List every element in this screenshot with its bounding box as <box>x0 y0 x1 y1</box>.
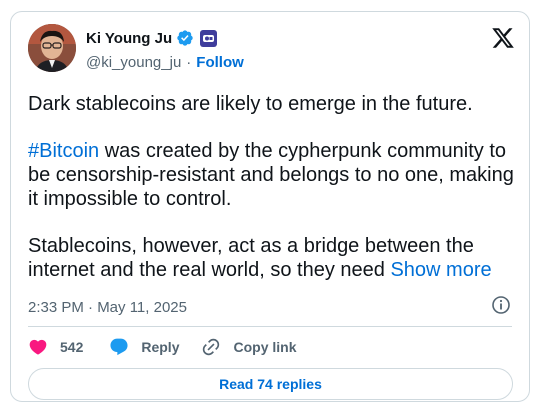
tweet-paragraph-2: #Bitcoin was created by the cypherpunk c… <box>28 139 523 211</box>
copy-link-button[interactable]: Copy link <box>201 337 297 357</box>
verified-badge-icon <box>176 29 194 47</box>
author-name-row: Ki Young Ju <box>86 28 218 48</box>
show-more-link[interactable]: Show more <box>390 259 491 281</box>
action-bar: 542 Reply Copy link <box>28 334 297 360</box>
reply-button[interactable]: Reply <box>109 337 179 357</box>
follow-button[interactable]: Follow <box>196 54 244 71</box>
link-icon <box>201 337 221 357</box>
tweet-card: Ki Young Ju @ki_young_ju · Follow Dark s… <box>10 11 530 402</box>
author-handle-row: @ki_young_ju · Follow <box>86 52 244 72</box>
tweet-text: Dark stablecoins are likely to emerge in… <box>28 92 523 282</box>
tweet-paragraph-1: Dark stablecoins are likely to emerge in… <box>28 93 473 115</box>
heart-icon <box>28 337 48 357</box>
read-replies-button[interactable]: Read 74 replies <box>28 368 513 400</box>
avatar[interactable] <box>28 24 76 72</box>
reply-bubble-icon <box>109 337 129 357</box>
affiliate-badge-icon[interactable] <box>200 29 218 47</box>
tweet-paragraph-2-text: was created by the cypherpunk community … <box>28 140 514 210</box>
tweet-paragraph-3: Stablecoins, however, act as a bridge be… <box>28 234 523 282</box>
separator-dot: · <box>186 53 192 71</box>
x-logo-icon[interactable] <box>491 26 515 50</box>
divider <box>28 326 512 327</box>
like-count: 542 <box>60 339 84 355</box>
author-handle[interactable]: @ki_young_ju <box>86 54 181 71</box>
copy-link-label: Copy link <box>233 339 297 355</box>
info-icon[interactable] <box>491 295 511 315</box>
author-display-name[interactable]: Ki Young Ju <box>86 30 172 47</box>
tweet-timestamp[interactable]: 2:33 PM · May 11, 2025 <box>28 297 187 317</box>
like-button[interactable]: 542 <box>28 337 83 357</box>
hashtag-link[interactable]: #Bitcoin <box>28 140 99 162</box>
reply-label: Reply <box>141 339 180 355</box>
